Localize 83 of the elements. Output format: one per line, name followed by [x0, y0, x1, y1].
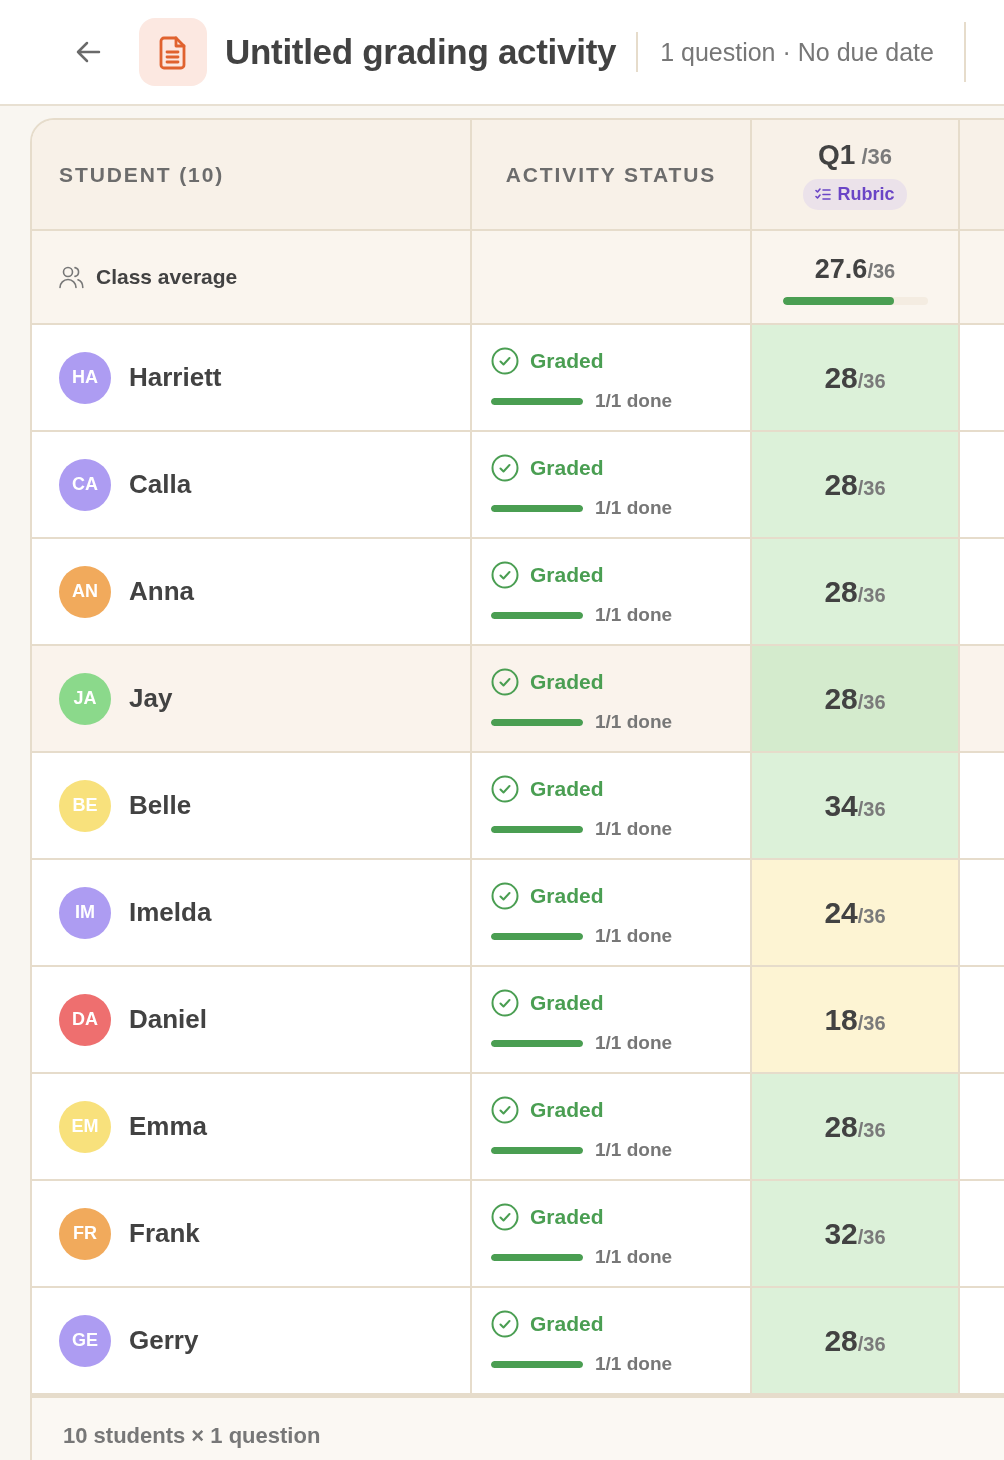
- student-row[interactable]: CA Calla Graded 1/1 done 28/36: [32, 432, 1004, 539]
- student-row[interactable]: AN Anna Graded 1/1 done 28/36: [32, 539, 1004, 646]
- student-row[interactable]: EM Emma Graded 1/1 done 28/36: [32, 1074, 1004, 1181]
- score-cell[interactable]: 18/36: [752, 967, 960, 1072]
- student-name: Jay: [129, 683, 173, 714]
- student-row[interactable]: DA Daniel Graded 1/1 done 18/36: [32, 967, 1004, 1074]
- check-circle-icon: [491, 775, 519, 803]
- student-avatar: GE: [59, 1314, 111, 1367]
- score-cell[interactable]: 28/36: [752, 432, 960, 537]
- question-label: Q1: [818, 139, 856, 171]
- progress-text: 1/1 done: [595, 497, 673, 519]
- student-row[interactable]: HA Harriett Graded 1/1 done 28/36: [32, 325, 1004, 432]
- rubric-button[interactable]: Rubric: [803, 179, 907, 210]
- student-row[interactable]: GE Gerry Graded 1/1 done 28/36: [32, 1288, 1004, 1395]
- check-circle-icon: [491, 1203, 519, 1231]
- student-avatar: HA: [59, 351, 111, 404]
- student-name: Belle: [129, 790, 192, 821]
- check-circle-icon: [491, 347, 519, 375]
- score-cell[interactable]: 32/36: [752, 1181, 960, 1286]
- status-label: Graded: [530, 884, 604, 908]
- student-name: Gerry: [129, 1325, 199, 1356]
- progress-text: 1/1 done: [595, 1032, 673, 1054]
- score-cell[interactable]: 28/36: [752, 1288, 960, 1393]
- student-avatar: BE: [59, 779, 111, 832]
- student-row[interactable]: JA Jay Graded 1/1 done 28/36: [32, 646, 1004, 753]
- class-average-score: 27.6/36: [814, 253, 896, 285]
- check-circle-icon: [491, 882, 519, 910]
- checklist-icon: [815, 188, 832, 201]
- question-max-points: /36: [861, 144, 892, 170]
- progress-text: 1/1 done: [595, 925, 673, 947]
- status-label: Graded: [530, 1205, 604, 1229]
- student-name: Anna: [129, 576, 194, 607]
- status-label: Graded: [530, 991, 604, 1015]
- check-circle-icon: [491, 989, 519, 1017]
- table-summary: 10 students × 1 question: [63, 1423, 321, 1449]
- student-name: Harriett: [129, 362, 222, 393]
- student-avatar: IM: [59, 886, 111, 939]
- check-circle-icon: [491, 1096, 519, 1124]
- check-circle-icon: [491, 454, 519, 482]
- student-avatar: JA: [59, 672, 111, 725]
- student-name: Calla: [129, 469, 192, 500]
- progress-text: 1/1 done: [595, 604, 673, 626]
- document-icon: [139, 18, 207, 86]
- score-cell[interactable]: 28/36: [752, 325, 960, 430]
- progress-text: 1/1 done: [595, 818, 673, 840]
- people-icon: [59, 265, 84, 289]
- activity-meta: 1 question · No due date: [660, 37, 934, 67]
- status-label: Graded: [530, 1098, 604, 1122]
- progress-text: 1/1 done: [595, 711, 673, 733]
- check-circle-icon: [491, 668, 519, 696]
- student-name: Emma: [129, 1111, 208, 1142]
- student-row[interactable]: FR Frank Graded 1/1 done 32/36: [32, 1181, 1004, 1288]
- column-header: ACTIVITY STATUS: [505, 162, 717, 187]
- progress-text: 1/1 done: [595, 390, 673, 412]
- status-label: Graded: [530, 670, 604, 694]
- student-row[interactable]: BE Belle Graded 1/1 done 34/36: [32, 753, 1004, 860]
- student-avatar: CA: [59, 458, 111, 511]
- score-cell[interactable]: 34/36: [752, 753, 960, 858]
- score-cell[interactable]: 24/36: [752, 860, 960, 965]
- progress-text: 1/1 done: [595, 1246, 673, 1268]
- student-name: Imelda: [129, 897, 212, 928]
- student-avatar: EM: [59, 1100, 111, 1153]
- score-cell[interactable]: 28/36: [752, 1074, 960, 1179]
- status-label: Graded: [530, 349, 604, 373]
- score-cell[interactable]: 28/36: [752, 646, 960, 751]
- score-cell[interactable]: 28/36: [752, 539, 960, 644]
- student-avatar: AN: [59, 565, 111, 618]
- status-label: Graded: [530, 563, 604, 587]
- status-label: Graded: [530, 777, 604, 801]
- status-label: Graded: [530, 456, 604, 480]
- status-label: Graded: [530, 1312, 604, 1336]
- student-name: Daniel: [129, 1004, 208, 1035]
- column-header: STUDENT (10): [59, 162, 225, 187]
- check-circle-icon: [491, 1310, 519, 1338]
- class-average-label: Class average: [96, 265, 238, 289]
- student-avatar: DA: [59, 993, 111, 1046]
- student-name: Frank: [129, 1218, 200, 1249]
- check-circle-icon: [491, 561, 519, 589]
- student-row[interactable]: IM Imelda Graded 1/1 done 24/36: [32, 860, 1004, 967]
- progress-text: 1/1 done: [595, 1353, 673, 1375]
- progress-text: 1/1 done: [595, 1139, 673, 1161]
- student-avatar: FR: [59, 1207, 111, 1260]
- activity-title: Untitled grading activity: [225, 32, 617, 72]
